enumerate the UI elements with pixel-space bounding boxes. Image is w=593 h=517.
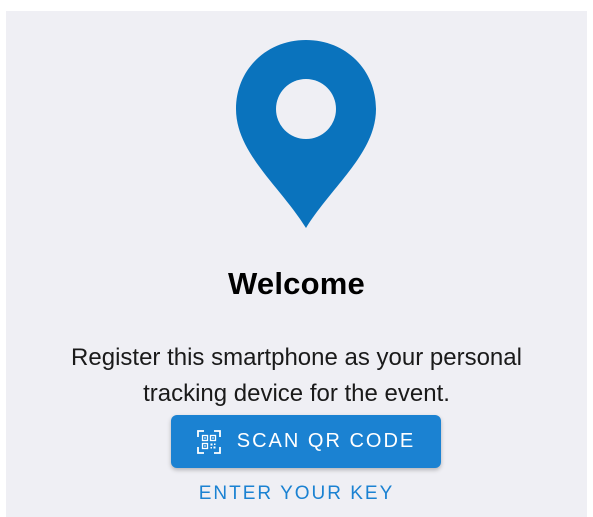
scan-qr-code-label: SCAN QR CODE (236, 430, 416, 452)
page-title: Welcome (228, 266, 365, 301)
location-pin-icon (233, 38, 379, 230)
welcome-screen: Welcome Register this smartphone as your… (6, 11, 587, 517)
enter-your-key-link[interactable]: ENTER YOUR KEY (6, 483, 587, 505)
welcome-description: Register this smartphone as your persona… (71, 344, 522, 407)
qr-code-icon (196, 429, 221, 454)
scan-qr-code-button[interactable]: SCAN QR CODE (171, 415, 441, 468)
